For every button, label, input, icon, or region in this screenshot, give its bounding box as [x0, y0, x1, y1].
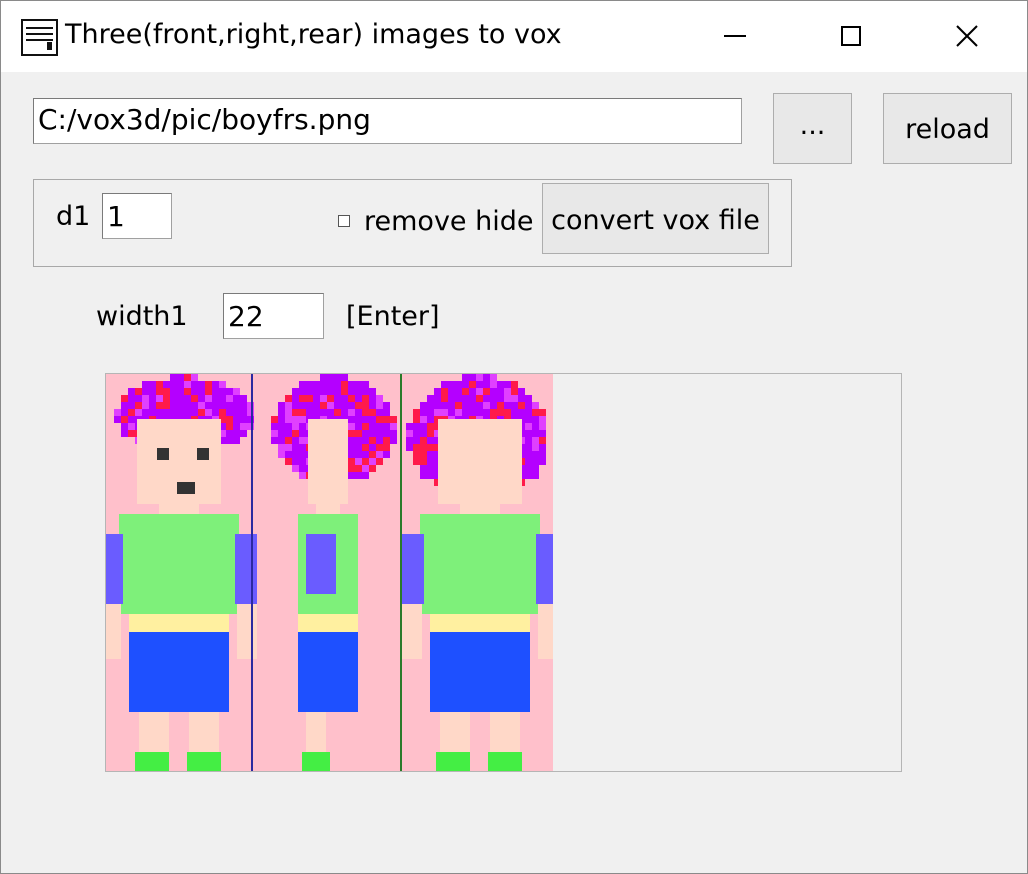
mouth [177, 482, 195, 494]
rear-view-belt [430, 614, 530, 632]
front-view-right-sleeve [235, 534, 257, 604]
right-view-shorts [298, 632, 358, 712]
browse-button[interactable]: ... [773, 93, 852, 164]
rear-view-shorts [430, 632, 530, 712]
right-view-belt [298, 614, 358, 632]
close-button[interactable] [909, 1, 1025, 72]
file-path-input[interactable]: C:/vox3d/pic/boyfrs.png [33, 98, 742, 144]
width1-label: width1 [96, 301, 188, 332]
sprite-preview-image [106, 374, 553, 771]
window-title: Three(front,right,rear) images to vox [65, 19, 562, 50]
left-eye [157, 448, 169, 460]
rear-view-right-sleeve [536, 534, 553, 604]
right-eye [197, 448, 209, 460]
title-bar[interactable]: Three(front,right,rear) images to vox [1, 1, 1027, 72]
rear-view-left-sleeve [402, 534, 424, 604]
reload-button[interactable]: reload [883, 93, 1012, 164]
width1-input[interactable]: 22 [223, 293, 324, 339]
right-view-shoe [302, 752, 330, 771]
enter-hint: [Enter] [346, 301, 440, 332]
front-view-shorts [129, 632, 229, 712]
close-icon [956, 25, 978, 47]
maximize-icon [841, 26, 861, 46]
minimize-icon [724, 35, 746, 37]
divider-right-rear [400, 374, 402, 771]
maximize-button[interactable] [793, 1, 909, 72]
front-view-left-sleeve [106, 534, 123, 604]
rear-view-shoe [436, 752, 470, 771]
right-view-head [308, 419, 348, 504]
d1-label: d1 [56, 201, 91, 232]
preview-canvas[interactable] [105, 373, 902, 772]
app-icon [21, 19, 58, 56]
remove-hide-label[interactable]: remove hide [364, 206, 533, 237]
remove-hide-checkbox[interactable] [338, 215, 350, 227]
front-view-shoe [135, 752, 169, 771]
d1-input[interactable]: 1 [102, 193, 172, 239]
divider-front-right [251, 374, 253, 771]
front-view-belt [129, 614, 229, 632]
front-view-shirt [119, 514, 239, 614]
minimize-button[interactable] [677, 1, 793, 72]
convert-vox-button[interactable]: convert vox file [542, 183, 769, 254]
app-window: Three(front,right,rear) images to vox C:… [0, 0, 1028, 874]
rear-view-shirt [420, 514, 540, 614]
rear-view-head [438, 419, 522, 504]
